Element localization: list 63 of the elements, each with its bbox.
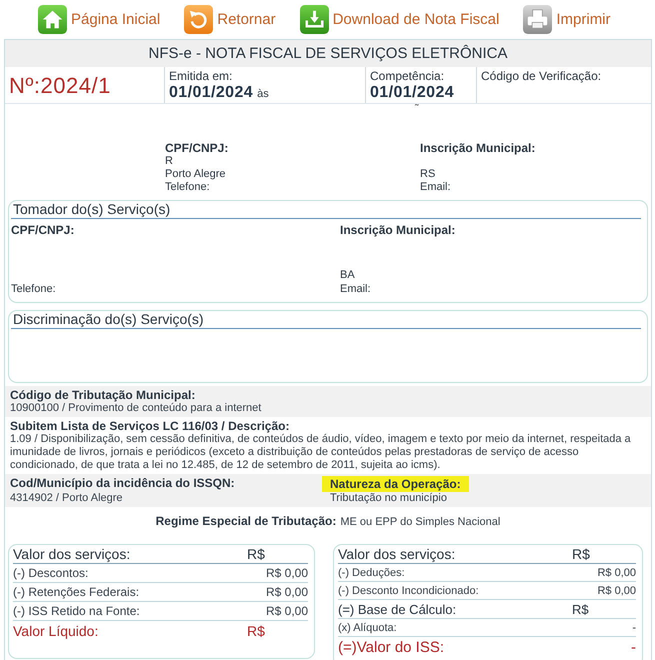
amount: R$ 0,00 (597, 584, 636, 596)
service-item-description: 1.09 / Disponibilização, sem cessão definitiva, de conteúdos de áudio, vídeo, imagem e texto por meio da internet, respeitada a imunidade de livros, jornais e periódicos (exceto a distribuição de conteúdos pelas prestadoras de serviço de acesso condicionado, de que trata a lei no 12.485, de 12 de setembro de 2011, sujeita ao icms). (10, 433, 632, 472)
municipal-registration-label: Inscrição Municipal: (420, 142, 536, 155)
municipal-registration-label: Inscrição Municipal: (340, 223, 456, 237)
special-regime-value: ME ou EPP do Simples Nacional (340, 516, 500, 528)
provider-name: R (165, 155, 174, 168)
provider-city: Porto Alegre (165, 168, 227, 181)
net-value: R$ (247, 623, 265, 639)
competence-date: 01/01/2024 (370, 84, 454, 102)
section-title: Discriminação do(s) Serviço(s) (11, 311, 641, 329)
amount-label: (-) Desconto Incondicionado: (338, 584, 479, 596)
download-icon (300, 5, 329, 34)
download-link[interactable]: Download de Nota Fiscal (300, 5, 500, 34)
issue-date: 01/01/2024 (169, 84, 254, 102)
services-value-label: Valor dos serviços: (338, 546, 456, 562)
phone-label: Telefone: (11, 282, 57, 296)
home-icon (38, 5, 67, 34)
services-value-label: Valor dos serviços: (13, 546, 132, 562)
amount: R$ 0,00 (266, 604, 308, 618)
print-link[interactable]: Imprimir (523, 5, 611, 34)
provider-state: RS (420, 168, 436, 181)
phone-label: Telefone: (165, 181, 211, 194)
tilde-mark: ˜ (415, 104, 420, 114)
iss-value-label: (=)Valor do ISS: (338, 638, 444, 656)
tax-code-label: Código de Tributação Municipal: (10, 388, 196, 402)
amount: R$ 0,00 (597, 566, 636, 578)
services-value: R$ (572, 546, 590, 562)
time-prefix: às (257, 88, 269, 100)
operation-nature-label: Natureza da Operação: (322, 476, 469, 492)
email-label: Email: (420, 181, 452, 194)
home-link[interactable]: Página Inicial (38, 5, 160, 34)
issue-date-label: Emitida em: (169, 69, 232, 84)
amount: - (632, 622, 636, 634)
amount-label: (-) Deduções: (338, 566, 405, 578)
tax-code-value: 10900100 / Provimento de conteúdo para a internet (10, 402, 262, 415)
incidence-value: 4314902 / Porto Alegre (10, 492, 124, 505)
cpf-cnpj-label: CPF/CNPJ: (11, 223, 76, 237)
printer-icon (523, 5, 552, 34)
document-title: NFS-e - NOTA FISCAL DE SERVIÇOS ELETRÔNICA (5, 40, 651, 67)
amount: R$ 0,00 (266, 585, 308, 599)
undo-icon (184, 5, 214, 34)
verification-code-label: Código de Verificação: (481, 69, 602, 84)
back-link[interactable]: Retornar (184, 5, 276, 34)
competence-label: Competência: (370, 69, 444, 84)
cpf-cnpj-label: CPF/CNPJ: (165, 142, 230, 155)
section-title: Tomador do(s) Serviço(s) (11, 201, 641, 219)
tax-base: R$ (572, 602, 589, 616)
operation-nature-value: Tributação no município (329, 492, 448, 505)
incidence-label: Cod/Município da incidência do ISSQN: (10, 476, 236, 492)
amount-label: (-) Descontos: (13, 566, 88, 580)
email-label: Email: (340, 282, 372, 296)
amount-label: (-) Retenções Federais: (13, 585, 140, 599)
customer-state: BA (340, 268, 356, 282)
amount-label: (x) Alíquota: (338, 622, 397, 634)
iss-value: - (631, 638, 636, 656)
amount: R$ 0,00 (266, 566, 308, 580)
net-value-label: Valor Líquido: (13, 623, 100, 639)
services-value: R$ (247, 546, 265, 562)
amount-label: (-) ISS Retido na Fonte: (13, 604, 140, 618)
invoice-number: Nº:2024/1 (9, 73, 111, 99)
tax-base-label: (=) Base de Cálculo: (338, 602, 458, 616)
service-item-label: Subitem Lista de Serviços LC 116/03 / Descrição: (10, 419, 290, 433)
special-regime-label: Regime Especial de Tributação: (156, 514, 336, 528)
